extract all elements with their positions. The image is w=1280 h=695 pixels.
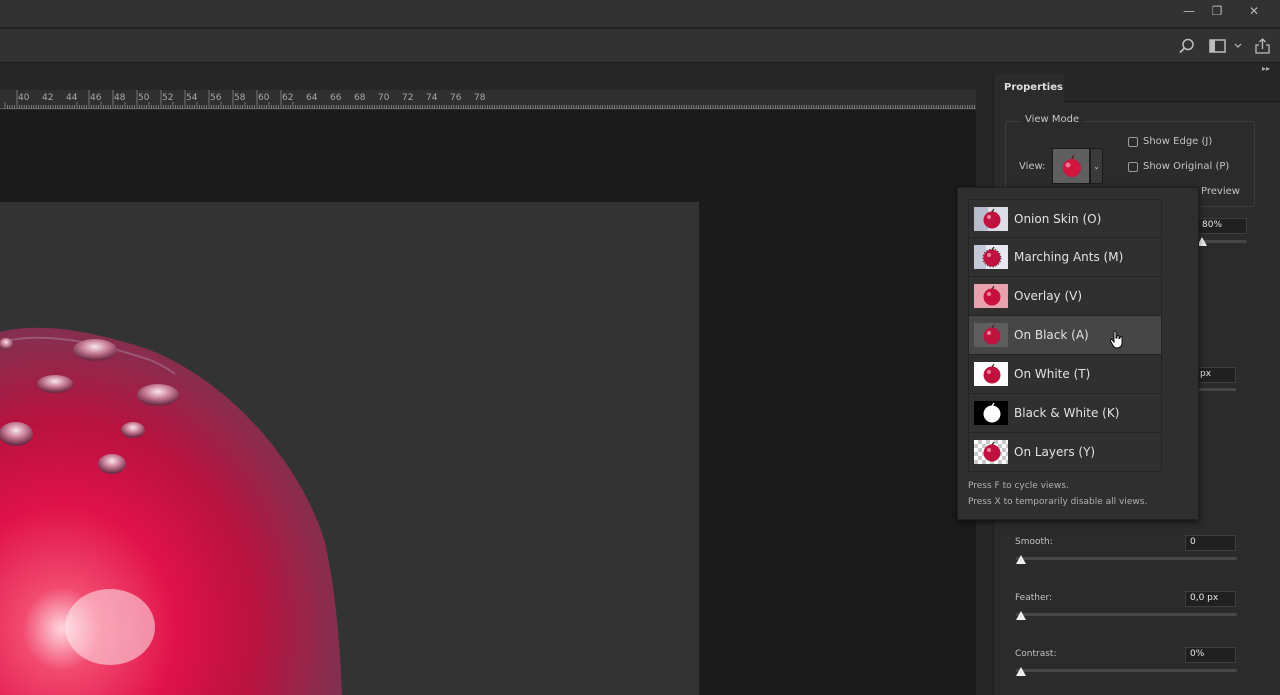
apple-thumb-icon — [1063, 154, 1081, 177]
ruler-label: 44 — [66, 93, 78, 103]
contrast-slider[interactable] — [1016, 669, 1237, 672]
ruler-label: 50 — [138, 93, 150, 103]
show-edge-label: Show Edge (J) — [1143, 136, 1213, 147]
ruler-label: 64 — [306, 93, 318, 103]
view-mode-list: Onion Skin (O) Marching Ants (M) Overlay… — [968, 199, 1162, 472]
share-icon[interactable] — [1254, 38, 1272, 54]
view-option-on-white[interactable]: On White (T) — [968, 355, 1162, 394]
view-option-on-layers[interactable]: On Layers (Y) — [968, 433, 1162, 472]
opacity-slider[interactable] — [1200, 240, 1247, 243]
view-mode-thumbnail[interactable] — [1052, 148, 1090, 184]
smooth-label: Smooth: — [1015, 537, 1053, 547]
ruler-label: 70 — [378, 93, 390, 103]
opacity-field[interactable]: 80% — [1197, 218, 1247, 234]
view-option-label: On Layers (Y) — [1014, 445, 1096, 459]
marching-ants-thumb-icon — [974, 245, 1008, 269]
ruler-label: 54 — [186, 93, 198, 103]
ruler-label: 40 — [18, 93, 30, 103]
overlay-thumb-icon — [974, 284, 1008, 308]
options-bar — [0, 29, 1280, 63]
panel-tab-bar: Properties — [994, 74, 1280, 103]
view-mode-dropdown: Onion Skin (O) Marching Ants (M) Overlay… — [957, 187, 1199, 520]
disable-views-hint: Press X to temporarily disable all views… — [968, 497, 1148, 507]
view-option-label: On Black (A) — [1014, 328, 1089, 342]
cycle-views-hint: Press F to cycle views. — [968, 481, 1069, 491]
tab-properties[interactable]: Properties — [994, 74, 1064, 103]
view-option-black-white[interactable]: Black & White (K) — [968, 394, 1162, 433]
document-canvas[interactable] — [0, 202, 699, 695]
view-option-on-black[interactable]: On Black (A) — [968, 316, 1162, 355]
ruler-label: 76 — [450, 93, 462, 103]
ruler-label: 66 — [330, 93, 342, 103]
view-option-marching-ants[interactable]: Marching Ants (M) — [968, 238, 1162, 277]
feather-label: Feather: — [1015, 593, 1053, 603]
view-mode-dropdown-toggle[interactable]: ⌄ — [1090, 148, 1103, 184]
on-white-thumb-icon — [974, 362, 1008, 386]
view-option-label: Black & White (K) — [1014, 406, 1120, 420]
restore-icon[interactable]: ❐ — [1205, 2, 1229, 20]
show-original-label: Show Original (P) — [1143, 161, 1230, 172]
contrast-label: Contrast: — [1015, 649, 1057, 659]
title-bar: — ❐ ✕ — [0, 0, 1280, 28]
view-label: View: — [1019, 161, 1046, 172]
on-black-thumb-icon — [974, 323, 1008, 347]
document-tab-area — [0, 63, 976, 90]
ruler-label: 74 — [426, 93, 438, 103]
horizontal-ruler: 40 42 44 46 48 50 52 54 56 58 60 62 64 66 68 70 72 74 76 78 — [0, 90, 976, 109]
preview-label: Preview — [1201, 186, 1240, 197]
on-layers-thumb-icon — [974, 440, 1008, 464]
black-white-thumb-icon — [974, 401, 1008, 425]
ruler-label: 78 — [474, 93, 486, 103]
ruler-label: 52 — [162, 93, 174, 103]
panel-collapse-icon[interactable]: ▸▸ — [1262, 64, 1270, 73]
minimize-icon[interactable]: — — [1177, 2, 1201, 20]
contrast-field[interactable]: 0% — [1185, 647, 1236, 663]
feather-field[interactable]: 0,0 px — [1185, 591, 1236, 607]
view-option-label: Onion Skin (O) — [1014, 211, 1102, 226]
smooth-slider-thumb[interactable] — [1016, 555, 1026, 564]
show-edge-checkbox[interactable] — [1128, 137, 1138, 147]
apple-image — [0, 327, 342, 695]
smooth-field[interactable]: 0 — [1185, 535, 1236, 551]
view-option-label: Marching Ants (M) — [1014, 250, 1124, 264]
search-icon[interactable] — [1178, 38, 1196, 54]
radius-slider[interactable] — [1198, 388, 1236, 391]
radius-field[interactable]: px — [1195, 367, 1236, 383]
view-option-onion-skin[interactable]: Onion Skin (O) — [968, 199, 1162, 238]
smooth-slider[interactable] — [1016, 557, 1237, 560]
feather-slider-thumb[interactable] — [1016, 611, 1026, 620]
close-icon[interactable]: ✕ — [1242, 2, 1266, 20]
ruler-label: 48 — [114, 93, 126, 103]
ruler-label: 42 — [42, 93, 54, 103]
ruler-label: 60 — [258, 93, 270, 103]
workspace-layout-icon[interactable] — [1209, 38, 1227, 54]
ruler-label: 46 — [90, 93, 102, 103]
view-mode-title: View Mode — [1020, 114, 1085, 125]
onion-skin-thumb-icon — [974, 206, 1008, 231]
ruler-label: 72 — [402, 93, 414, 103]
show-original-checkbox[interactable] — [1128, 162, 1138, 172]
chevron-down-icon[interactable] — [1233, 38, 1251, 54]
contrast-slider-thumb[interactable] — [1016, 667, 1026, 676]
ruler-label: 68 — [354, 93, 366, 103]
view-option-label: Overlay (V) — [1014, 289, 1083, 303]
ruler-label: 56 — [210, 93, 222, 103]
feather-slider[interactable] — [1016, 613, 1237, 616]
ruler-label: 62 — [282, 93, 294, 103]
view-option-label: On White (T) — [1014, 367, 1091, 381]
ruler-label: 58 — [234, 93, 246, 103]
view-option-overlay[interactable]: Overlay (V) — [968, 277, 1162, 316]
hand-cursor-icon — [1109, 330, 1123, 349]
